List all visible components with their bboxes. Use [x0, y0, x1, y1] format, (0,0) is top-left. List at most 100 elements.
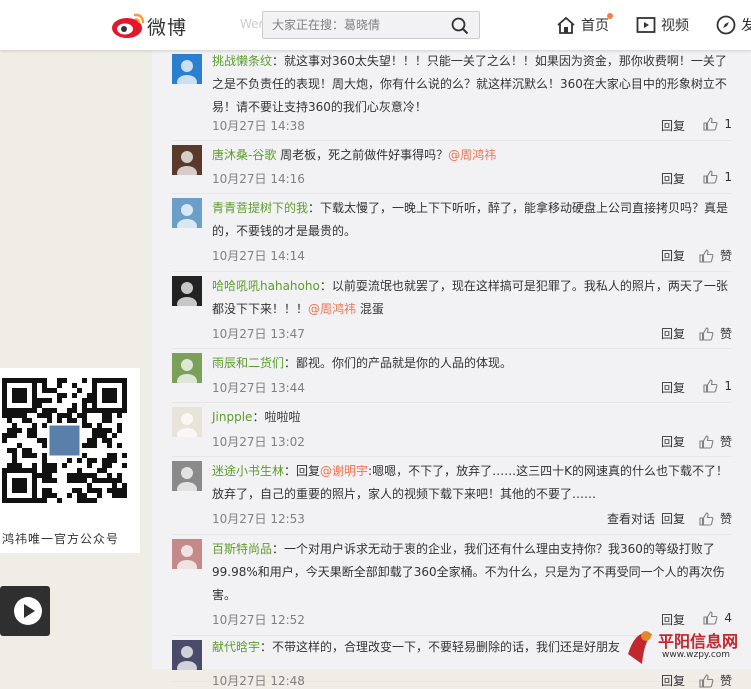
like-button[interactable]: 1 [703, 379, 732, 393]
thumbs-up-icon [703, 611, 718, 625]
comment-text: ：不带这样的，合理改变一下，不要轻易删除的话，我们还是好朋友 [260, 640, 621, 654]
user-avatar[interactable] [172, 276, 202, 306]
reply-button[interactable]: 回复 [661, 247, 685, 264]
comment-text: ：鄙视。你们的产品就是你的人品的体现。 [284, 356, 513, 370]
comment-content: 挑战懒条纹：就这事对360太失望！！！只能一关了之么！！如果因为资金，那你收费啊… [212, 50, 732, 119]
compass-icon [716, 15, 736, 35]
user-avatar[interactable] [172, 407, 202, 437]
comment-item: 哈哈吼吼hahahoho：以前耍流氓也就罢了，现在这样搞可是犯罪了。我私人的照片… [172, 272, 732, 349]
nav-discover-label: 发 [741, 18, 751, 34]
play-icon [14, 597, 42, 625]
reply-button[interactable]: 回复 [661, 510, 685, 527]
reply-button[interactable]: 回复 [661, 325, 685, 342]
search-icon[interactable] [451, 17, 469, 35]
user-avatar[interactable] [172, 145, 202, 175]
reply-button[interactable]: 回复 [661, 117, 685, 134]
thumbs-up-icon [699, 248, 714, 263]
watermark-site-name: 平阳信息网 [658, 632, 739, 651]
thumbs-up-icon [703, 170, 718, 184]
like-count: 赞 [719, 512, 732, 526]
view-conversation-button[interactable]: 查看对话 [607, 510, 655, 527]
thumbs-up-icon [699, 673, 714, 688]
user-avatar[interactable] [172, 54, 202, 84]
like-count: 赞 [719, 327, 732, 341]
comment-username[interactable]: 献代晗宇 [212, 640, 260, 654]
like-count: 赞 [719, 674, 732, 688]
like-button[interactable]: 1 [703, 117, 732, 131]
comment-username[interactable]: 哈哈吼吼hahahoho [212, 279, 320, 293]
comment-username[interactable]: 挑战懒条纹 [212, 54, 272, 68]
home-icon [557, 16, 575, 34]
comment-mention[interactable]: @周鸿祎 [448, 148, 496, 162]
user-avatar[interactable] [172, 198, 202, 228]
nav-home[interactable]: 首页 [556, 13, 613, 35]
like-count: 1 [724, 170, 732, 184]
comment-text-cont: 混蛋 [356, 302, 384, 316]
comment-mention[interactable]: @周鸿祎 [308, 302, 356, 316]
comment-username[interactable]: 雨辰和二货们 [212, 356, 284, 370]
comment-text: ：就这事对360太失望！！！只能一关了之么！！如果因为资金，那你收费啊！一关了之… [212, 54, 727, 114]
reply-button[interactable]: 回复 [661, 379, 685, 396]
comment-text: 周老板，死之前做件好事得吗？ [276, 148, 449, 162]
comment-item: 雨辰和二货们：鄙视。你们的产品就是你的人品的体现。 10月27日 13:44 回复 1 [172, 349, 732, 403]
like-button[interactable]: 赞 [699, 325, 732, 342]
comment-username[interactable]: 迷途小书生林 [212, 464, 284, 478]
comment-username[interactable]: 唐沐桑-谷歌 [212, 148, 276, 162]
like-button[interactable]: 赞 [699, 672, 732, 689]
comment-time: 10月27日 12:52 [212, 613, 305, 627]
user-avatar[interactable] [172, 353, 202, 383]
comment-content: 百斯特尚品：一个对用户诉求无动于衷的企业，我们还有什么理由支持你？我360的等级… [212, 538, 732, 607]
comment-time: 10月27日 12:53 [212, 512, 305, 526]
nav-discover[interactable]: 发 [716, 15, 751, 35]
comment-content: 雨辰和二货们：鄙视。你们的产品就是你的人品的体现。 [212, 352, 732, 375]
comment-item: 青青菩提树下的我：下载太慢了，一晚上下下听听，醉了，能拿移动硬盘上公司直接拷贝吗… [172, 194, 732, 272]
user-avatar[interactable] [172, 640, 202, 670]
search-input[interactable] [272, 12, 442, 38]
nav-home-label: 首页 [581, 18, 609, 34]
nav-video-label: 视频 [661, 18, 689, 34]
like-button[interactable]: 赞 [699, 433, 732, 450]
like-button[interactable]: 赞 [699, 510, 732, 527]
like-count: 赞 [719, 435, 732, 449]
comment-item: 迷途小书生林：回复@谢明宇:嗯嗯，不下了，放弃了……这三四十K的网速真的什么也下… [172, 457, 732, 535]
thumbs-up-icon [703, 379, 718, 393]
user-avatar[interactable] [172, 539, 202, 569]
comment-content: 哈哈吼吼hahahoho：以前耍流氓也就罢了，现在这样搞可是犯罪了。我私人的照片… [212, 275, 732, 321]
comment-list: 挑战懒条纹：就这事对360太失望！！！只能一关了之么！！如果因为资金，那你收费啊… [172, 50, 732, 688]
comment-text: ：回复 [284, 464, 321, 478]
like-button[interactable]: 4 [703, 611, 732, 625]
like-count: 赞 [719, 249, 732, 263]
qr-caption: 鸿祎唯一官方公众号 [2, 532, 120, 546]
comment-item: 百斯特尚品：一个对用户诉求无动于衷的企业，我们还有什么理由支持你？我360的等级… [172, 535, 732, 636]
comment-content: Jinpple：啦啦啦 [212, 406, 732, 429]
search-box [262, 11, 480, 39]
user-avatar[interactable] [172, 461, 202, 491]
qr-code-image [0, 368, 140, 528]
like-count: 1 [724, 379, 732, 393]
comment-time: 10月27日 14:14 [212, 249, 305, 263]
comment-feed: 挑战懒条纹：就这事对360太失望！！！只能一关了之么！！如果因为资金，那你收费啊… [152, 50, 751, 688]
like-button[interactable]: 赞 [699, 247, 732, 264]
reply-button[interactable]: 回复 [661, 672, 685, 689]
comment-username[interactable]: 百斯特尚品 [212, 542, 272, 556]
reply-button[interactable]: 回复 [661, 433, 685, 450]
reply-button[interactable]: 回复 [661, 170, 685, 187]
comment-mention[interactable]: @谢明宇 [320, 464, 368, 478]
weibo-logo-text[interactable]: 微博 [147, 13, 187, 40]
comment-username[interactable]: Jinpple [212, 410, 252, 424]
comment-time: 10月27日 13:44 [212, 381, 305, 395]
comment-time: 10月27日 13:02 [212, 435, 305, 449]
like-count: 1 [724, 117, 732, 131]
like-button[interactable]: 1 [703, 170, 732, 184]
comment-time: 10月27日 12:48 [212, 674, 305, 688]
comment-text: ：一个对用户诉求无动于衷的企业，我们还有什么理由支持你？我360的等级打败了99… [212, 542, 725, 602]
thumbs-up-icon [699, 511, 714, 526]
nav-video[interactable]: 视频 [636, 15, 689, 35]
comment-content: 唐沐桑-谷歌 周老板，死之前做件好事得吗？@周鸿祎 [212, 144, 732, 167]
qr-code-panel [0, 368, 140, 553]
notification-dot [607, 13, 613, 19]
comment-username[interactable]: 青青菩提树下的我 [212, 201, 308, 215]
video-play-button[interactable] [0, 586, 50, 636]
comment-item: 挑战懒条纹：就这事对360太失望！！！只能一关了之么！！如果因为资金，那你收费啊… [172, 50, 732, 141]
comment-text: ：啦啦啦 [252, 410, 301, 424]
